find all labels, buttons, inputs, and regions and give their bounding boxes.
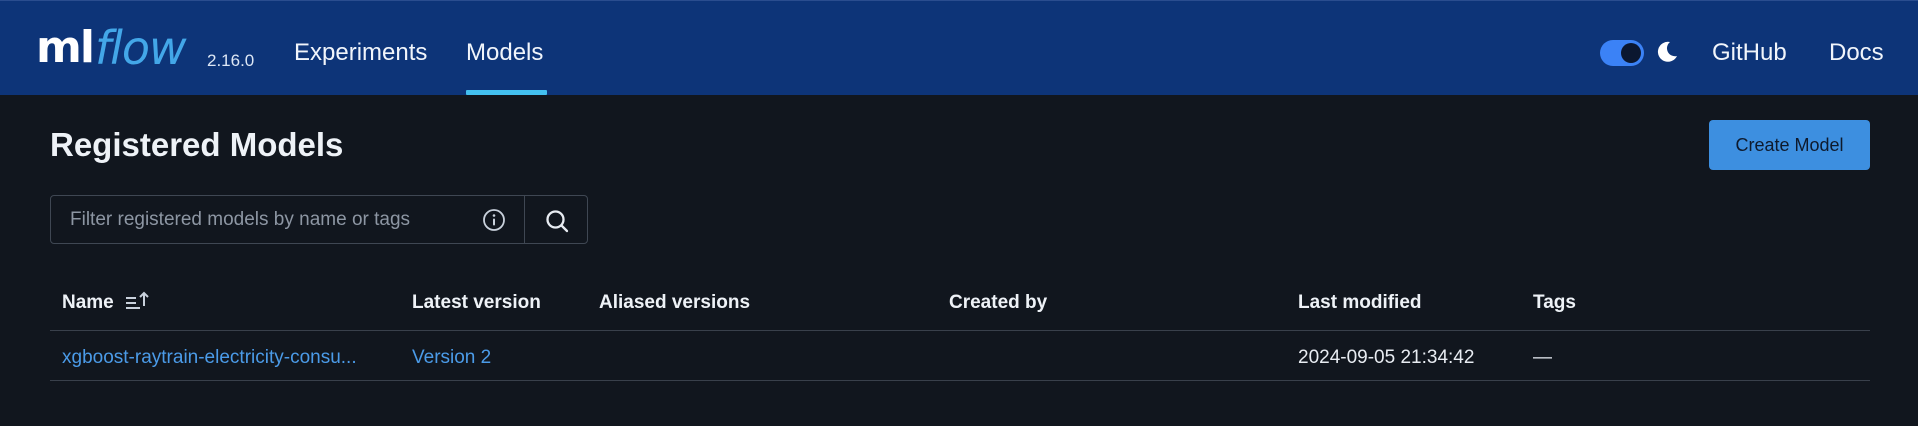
search-field (50, 195, 525, 244)
latest-version-link[interactable]: Version 2 (412, 347, 491, 369)
nav-github[interactable]: GitHub (1712, 39, 1787, 67)
logo-flow-text: flow (94, 21, 187, 75)
logo-ml-text: ml (36, 22, 95, 73)
nav-models[interactable]: Models (466, 39, 543, 67)
column-header-tags: Tags (1533, 292, 1576, 313)
column-header-created-by: Created by (949, 292, 1048, 313)
nav-experiments[interactable]: Experiments (294, 39, 427, 67)
table-header-divider (50, 330, 1870, 331)
column-header-latest-version: Latest version (412, 292, 541, 313)
toggle-knob (1621, 43, 1641, 63)
column-header-aliased-versions: Aliased versions (599, 292, 751, 313)
model-name-link[interactable]: xgboost-raytrain-electricity-consu... (62, 347, 382, 369)
search-button[interactable] (524, 195, 588, 244)
sort-ascending-icon[interactable] (124, 290, 150, 312)
search-input[interactable] (70, 208, 470, 231)
column-header-name[interactable]: Name (62, 292, 114, 314)
dark-mode-toggle[interactable] (1600, 40, 1644, 66)
create-model-button[interactable]: Create Model (1709, 120, 1870, 170)
search-icon (546, 210, 569, 233)
column-header-last-modified[interactable]: Last modified (1298, 292, 1422, 314)
info-icon[interactable] (482, 208, 506, 232)
mlflow-logo[interactable]: ml flow (36, 15, 187, 81)
last-modified-cell: 2024-09-05 21:34:42 (1298, 347, 1475, 368)
top-navigation-bar: ml flow 2.16.0 Experiments Models GitHub… (0, 0, 1918, 95)
nav-docs[interactable]: Docs (1829, 39, 1884, 67)
table-row-divider (50, 380, 1870, 381)
moon-icon (1657, 41, 1677, 62)
page-title: Registered Models (50, 126, 344, 163)
version-label: 2.16.0 (207, 51, 255, 70)
tags-cell: — (1533, 347, 1552, 368)
active-nav-indicator (466, 90, 547, 95)
